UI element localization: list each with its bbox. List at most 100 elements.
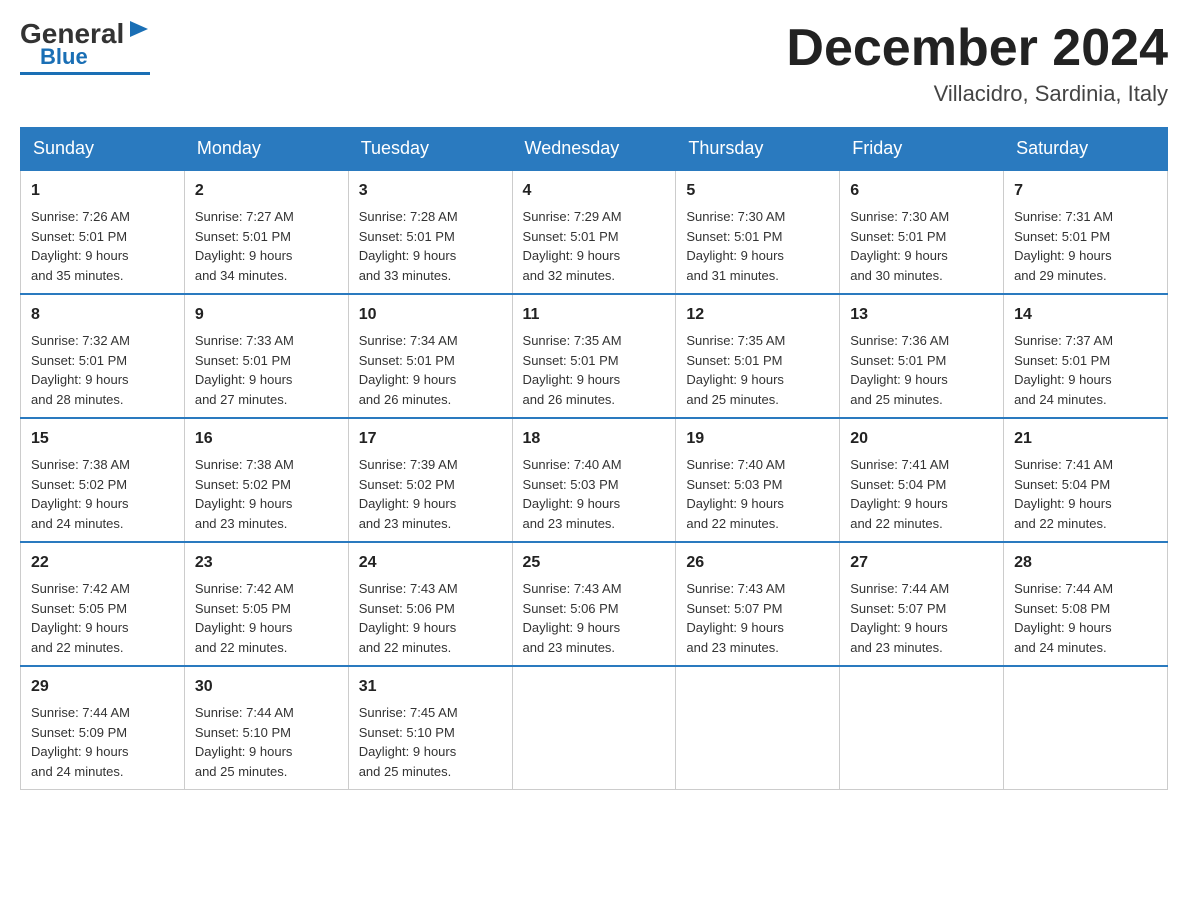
calendar-cell xyxy=(1004,666,1168,790)
daylight-minutes-text: and 22 minutes. xyxy=(850,516,943,531)
calendar-cell: 20 Sunrise: 7:41 AM Sunset: 5:04 PM Dayl… xyxy=(840,418,1004,542)
daylight-text: Daylight: 9 hours xyxy=(195,496,293,511)
daylight-text: Daylight: 9 hours xyxy=(686,372,784,387)
daylight-text: Daylight: 9 hours xyxy=(31,744,129,759)
daylight-minutes-text: and 27 minutes. xyxy=(195,392,288,407)
calendar-cell: 28 Sunrise: 7:44 AM Sunset: 5:08 PM Dayl… xyxy=(1004,542,1168,666)
day-number: 28 xyxy=(1014,551,1157,575)
daylight-minutes-text: and 25 minutes. xyxy=(195,764,288,779)
sunrise-text: Sunrise: 7:43 AM xyxy=(523,581,622,596)
weekday-header-monday: Monday xyxy=(184,128,348,171)
day-number: 23 xyxy=(195,551,338,575)
calendar-cell xyxy=(676,666,840,790)
daylight-minutes-text: and 23 minutes. xyxy=(686,640,779,655)
daylight-minutes-text: and 35 minutes. xyxy=(31,268,124,283)
daylight-text: Daylight: 9 hours xyxy=(195,744,293,759)
sunset-text: Sunset: 5:01 PM xyxy=(1014,229,1110,244)
sunset-text: Sunset: 5:05 PM xyxy=(31,601,127,616)
week-row-2: 8 Sunrise: 7:32 AM Sunset: 5:01 PM Dayli… xyxy=(21,294,1168,418)
title-section: December 2024 Villacidro, Sardinia, Ital… xyxy=(786,20,1168,107)
daylight-text: Daylight: 9 hours xyxy=(359,620,457,635)
daylight-minutes-text: and 23 minutes. xyxy=(850,640,943,655)
weekday-header-saturday: Saturday xyxy=(1004,128,1168,171)
day-number: 6 xyxy=(850,179,993,203)
daylight-text: Daylight: 9 hours xyxy=(31,620,129,635)
daylight-text: Daylight: 9 hours xyxy=(850,620,948,635)
calendar-cell: 8 Sunrise: 7:32 AM Sunset: 5:01 PM Dayli… xyxy=(21,294,185,418)
day-number: 15 xyxy=(31,427,174,451)
sunset-text: Sunset: 5:01 PM xyxy=(523,229,619,244)
weekday-header-wednesday: Wednesday xyxy=(512,128,676,171)
sunset-text: Sunset: 5:03 PM xyxy=(523,477,619,492)
daylight-text: Daylight: 9 hours xyxy=(195,620,293,635)
sunrise-text: Sunrise: 7:42 AM xyxy=(31,581,130,596)
calendar-cell: 31 Sunrise: 7:45 AM Sunset: 5:10 PM Dayl… xyxy=(348,666,512,790)
daylight-minutes-text: and 31 minutes. xyxy=(686,268,779,283)
day-number: 10 xyxy=(359,303,502,327)
daylight-minutes-text: and 24 minutes. xyxy=(1014,392,1107,407)
sunset-text: Sunset: 5:01 PM xyxy=(1014,353,1110,368)
sunset-text: Sunset: 5:06 PM xyxy=(359,601,455,616)
calendar-cell: 26 Sunrise: 7:43 AM Sunset: 5:07 PM Dayl… xyxy=(676,542,840,666)
sunrise-text: Sunrise: 7:35 AM xyxy=(686,333,785,348)
sunset-text: Sunset: 5:08 PM xyxy=(1014,601,1110,616)
day-number: 5 xyxy=(686,179,829,203)
sunrise-text: Sunrise: 7:32 AM xyxy=(31,333,130,348)
sunrise-text: Sunrise: 7:44 AM xyxy=(1014,581,1113,596)
day-number: 27 xyxy=(850,551,993,575)
calendar-cell: 4 Sunrise: 7:29 AM Sunset: 5:01 PM Dayli… xyxy=(512,170,676,294)
calendar-cell: 9 Sunrise: 7:33 AM Sunset: 5:01 PM Dayli… xyxy=(184,294,348,418)
sunrise-text: Sunrise: 7:44 AM xyxy=(195,705,294,720)
daylight-text: Daylight: 9 hours xyxy=(31,496,129,511)
sunrise-text: Sunrise: 7:30 AM xyxy=(850,209,949,224)
sunset-text: Sunset: 5:01 PM xyxy=(195,353,291,368)
day-number: 17 xyxy=(359,427,502,451)
daylight-minutes-text: and 24 minutes. xyxy=(31,516,124,531)
day-number: 7 xyxy=(1014,179,1157,203)
sunrise-text: Sunrise: 7:28 AM xyxy=(359,209,458,224)
month-year-title: December 2024 xyxy=(786,20,1168,77)
day-number: 26 xyxy=(686,551,829,575)
calendar-cell: 13 Sunrise: 7:36 AM Sunset: 5:01 PM Dayl… xyxy=(840,294,1004,418)
daylight-text: Daylight: 9 hours xyxy=(686,620,784,635)
day-number: 4 xyxy=(523,179,666,203)
sunrise-text: Sunrise: 7:30 AM xyxy=(686,209,785,224)
daylight-text: Daylight: 9 hours xyxy=(850,496,948,511)
calendar-cell: 3 Sunrise: 7:28 AM Sunset: 5:01 PM Dayli… xyxy=(348,170,512,294)
day-number: 16 xyxy=(195,427,338,451)
daylight-text: Daylight: 9 hours xyxy=(359,496,457,511)
weekday-header-row: SundayMondayTuesdayWednesdayThursdayFrid… xyxy=(21,128,1168,171)
daylight-minutes-text: and 34 minutes. xyxy=(195,268,288,283)
weekday-header-friday: Friday xyxy=(840,128,1004,171)
day-number: 11 xyxy=(523,303,666,327)
daylight-text: Daylight: 9 hours xyxy=(523,496,621,511)
sunrise-text: Sunrise: 7:35 AM xyxy=(523,333,622,348)
daylight-text: Daylight: 9 hours xyxy=(686,496,784,511)
logo: General Blue xyxy=(20,20,152,75)
logo-divider xyxy=(20,72,150,75)
calendar-cell: 18 Sunrise: 7:40 AM Sunset: 5:03 PM Dayl… xyxy=(512,418,676,542)
calendar-cell: 2 Sunrise: 7:27 AM Sunset: 5:01 PM Dayli… xyxy=(184,170,348,294)
calendar-table: SundayMondayTuesdayWednesdayThursdayFrid… xyxy=(20,127,1168,790)
day-number: 24 xyxy=(359,551,502,575)
sunset-text: Sunset: 5:02 PM xyxy=(195,477,291,492)
calendar-cell: 19 Sunrise: 7:40 AM Sunset: 5:03 PM Dayl… xyxy=(676,418,840,542)
daylight-text: Daylight: 9 hours xyxy=(359,744,457,759)
calendar-cell: 25 Sunrise: 7:43 AM Sunset: 5:06 PM Dayl… xyxy=(512,542,676,666)
daylight-minutes-text: and 23 minutes. xyxy=(523,640,616,655)
weekday-header-tuesday: Tuesday xyxy=(348,128,512,171)
day-number: 13 xyxy=(850,303,993,327)
daylight-minutes-text: and 25 minutes. xyxy=(850,392,943,407)
calendar-cell: 12 Sunrise: 7:35 AM Sunset: 5:01 PM Dayl… xyxy=(676,294,840,418)
calendar-cell: 29 Sunrise: 7:44 AM Sunset: 5:09 PM Dayl… xyxy=(21,666,185,790)
sunset-text: Sunset: 5:02 PM xyxy=(31,477,127,492)
location-text: Villacidro, Sardinia, Italy xyxy=(786,81,1168,107)
daylight-text: Daylight: 9 hours xyxy=(359,372,457,387)
sunrise-text: Sunrise: 7:38 AM xyxy=(195,457,294,472)
sunrise-text: Sunrise: 7:39 AM xyxy=(359,457,458,472)
sunset-text: Sunset: 5:01 PM xyxy=(850,229,946,244)
calendar-cell: 15 Sunrise: 7:38 AM Sunset: 5:02 PM Dayl… xyxy=(21,418,185,542)
daylight-text: Daylight: 9 hours xyxy=(523,620,621,635)
page-header: General Blue December 2024 Villacidro, S… xyxy=(20,20,1168,107)
daylight-minutes-text: and 23 minutes. xyxy=(195,516,288,531)
